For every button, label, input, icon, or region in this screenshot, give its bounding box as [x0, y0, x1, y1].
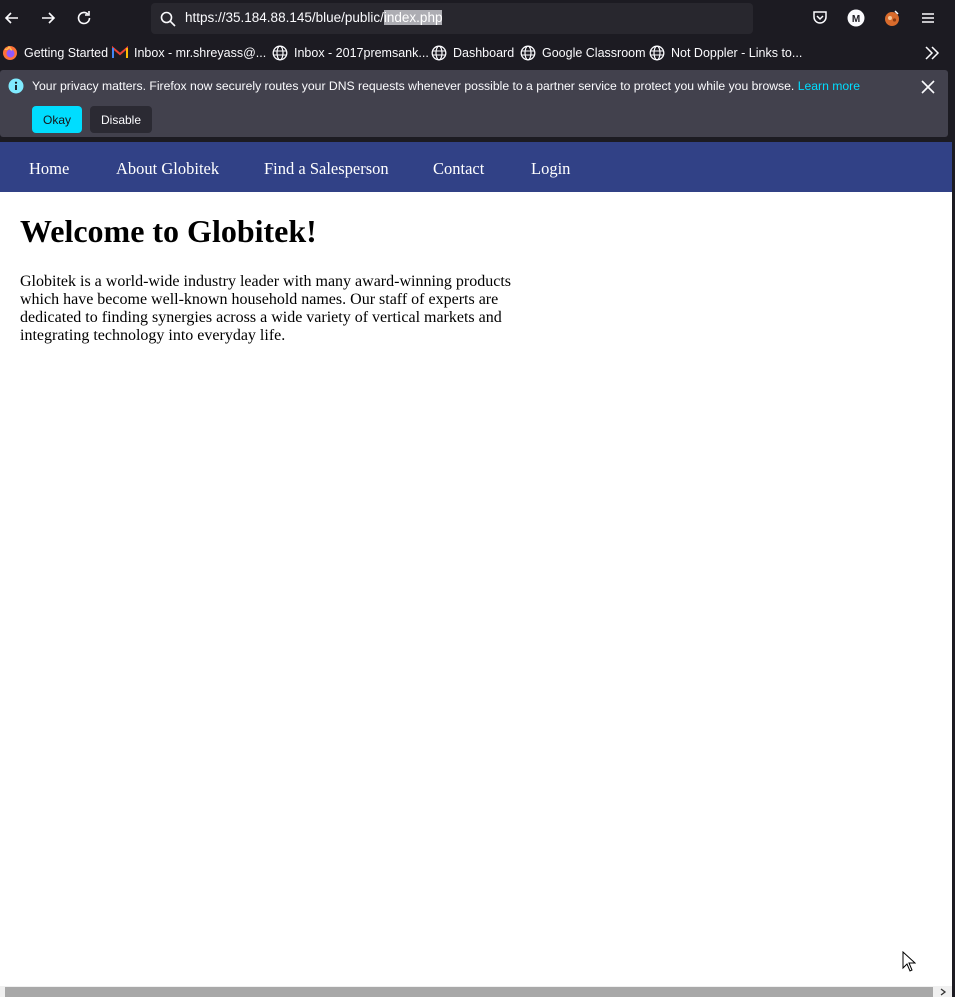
bookmark-item[interactable]: Inbox - mr.shreyass@... — [112, 44, 266, 62]
bookmark-label: Google Classroom — [542, 46, 646, 60]
scroll-right-arrow-icon[interactable] — [939, 988, 947, 996]
page-title: Welcome to Globitek! — [20, 213, 317, 249]
search-icon — [160, 11, 176, 27]
nav-salesperson-link[interactable]: Find a Salesperson — [264, 159, 389, 179]
account-initial: M — [852, 14, 860, 25]
back-arrow-icon — [4, 12, 18, 24]
url-selection: index.php — [383, 10, 443, 25]
hamburger-menu-icon — [922, 13, 934, 23]
learn-more-link[interactable]: Learn more — [798, 79, 860, 93]
notification-area: Your privacy matters. Firefox now secure… — [0, 70, 955, 142]
nav-about-link[interactable]: About Globitek — [116, 159, 219, 179]
globe-icon — [431, 45, 447, 61]
reload-icon — [77, 11, 91, 25]
info-icon — [8, 78, 24, 94]
bookmark-item[interactable]: Getting Started — [2, 44, 108, 62]
mouse-pointer-icon — [902, 951, 916, 972]
browser-toolbar: https://35.184.88.145/blue/public/index.… — [0, 0, 955, 36]
bookmark-label: Inbox - 2017premsank... — [294, 46, 429, 60]
okay-button[interactable]: Okay — [32, 106, 82, 133]
bookmark-item[interactable]: Inbox - 2017premsank... — [272, 44, 429, 62]
globe-icon — [520, 45, 536, 61]
pocket-icon — [813, 11, 827, 24]
bookmarks-bar: Getting Started Inbox - mr.shreyass@... … — [0, 36, 955, 70]
url-bar[interactable]: https://35.184.88.145/blue/public/index.… — [151, 3, 753, 34]
nav-contact-link[interactable]: Contact — [433, 159, 484, 179]
bookmark-label: Dashboard — [453, 46, 515, 60]
bookmark-item[interactable]: Dashboard — [431, 44, 514, 62]
disable-button[interactable]: Disable — [90, 106, 152, 133]
bookmark-item[interactable]: Google Classroom — [520, 44, 646, 62]
notification-text: Your privacy matters. Firefox now secure… — [32, 79, 795, 93]
url-text[interactable]: https://35.184.88.145/blue/public/index.… — [185, 10, 443, 25]
extension-icon — [885, 10, 899, 26]
bookmark-label: Inbox - mr.shreyass@... — [134, 46, 267, 60]
scrollbar-thumb[interactable] — [5, 987, 933, 997]
bookmark-item[interactable]: Not Doppler - Links to... — [649, 44, 802, 62]
firefox-icon — [3, 45, 17, 60]
horizontal-scrollbar[interactable] — [0, 986, 952, 997]
site-navigation: Home About Globitek Find a Salesperson C… — [0, 142, 952, 192]
account-button[interactable]: M — [844, 6, 868, 30]
extension-button[interactable] — [880, 6, 904, 30]
close-icon[interactable] — [919, 78, 937, 96]
dns-notification-bar: Your privacy matters. Firefox now secure… — [0, 70, 948, 137]
forward-arrow-icon — [42, 12, 56, 24]
reload-button[interactable] — [72, 6, 96, 30]
menu-button[interactable] — [916, 6, 940, 30]
notification-message: Your privacy matters. Firefox now secure… — [32, 79, 860, 93]
intro-paragraph: Globitek is a world-wide industry leader… — [20, 273, 511, 344]
account-avatar-icon: M — [847, 9, 865, 27]
back-button[interactable] — [0, 6, 24, 30]
pocket-button[interactable] — [808, 6, 832, 30]
globe-icon — [649, 45, 665, 61]
bookmark-label: Getting Started — [24, 46, 109, 60]
bookmarks-overflow-chevron-icon[interactable] — [922, 44, 942, 62]
url-main: https://35.184.88.145/blue/public/ — [185, 10, 384, 25]
globe-icon — [272, 45, 288, 61]
forward-button[interactable] — [36, 6, 60, 30]
gmail-icon — [112, 45, 128, 58]
nav-home-link[interactable]: Home — [29, 159, 69, 179]
bookmark-label: Not Doppler - Links to... — [671, 46, 803, 60]
nav-login-link[interactable]: Login — [531, 159, 570, 179]
